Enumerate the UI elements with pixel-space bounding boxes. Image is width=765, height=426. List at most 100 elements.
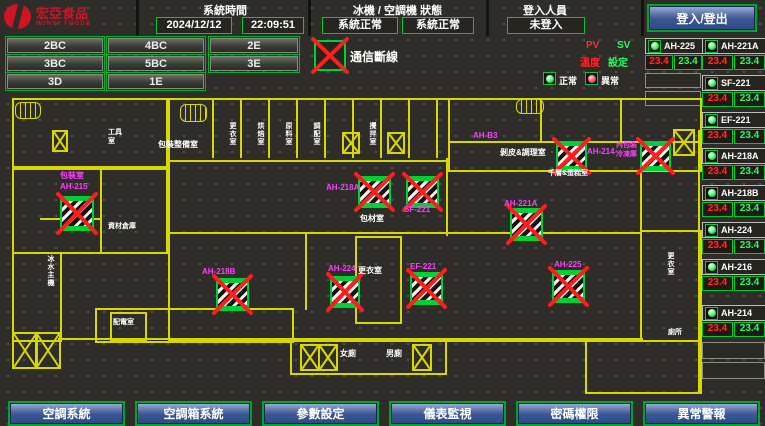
map-room-outline	[640, 230, 702, 342]
shaft-x-icon	[300, 344, 320, 371]
unit-sv-value: 23.4	[734, 55, 765, 70]
ahu-disconnected-icon[interactable]	[60, 196, 94, 231]
map-label: 剝皮&調理室	[500, 148, 546, 157]
map-label: 包裝整備室	[158, 140, 198, 149]
hmi-screen: 宏亞食品 HUNYA FOODS 系統時間 2024/12/12 22:09:5…	[0, 0, 765, 426]
map-label: EF-221	[410, 262, 436, 271]
login-user-label: 登入人員	[495, 2, 595, 18]
nav-meter-monitor-button[interactable]: 儀表監視	[391, 403, 504, 424]
map-label: 包材室	[360, 214, 384, 223]
floor-button-1e[interactable]: 1E	[108, 74, 204, 89]
ahu-disconnected-icon[interactable]	[556, 141, 587, 171]
map-label: 配電室	[113, 318, 134, 327]
map-wall	[698, 130, 700, 392]
unit-ah-216[interactable]: AH-216	[702, 259, 765, 275]
map-label: AH-224	[328, 264, 356, 273]
floor-button-2e[interactable]: 2E	[210, 38, 298, 53]
stairs-icon	[180, 104, 207, 122]
floor-button-2bc[interactable]: 2BC	[7, 38, 103, 53]
unit-sf-221[interactable]: SF-221	[702, 75, 765, 91]
shaft-x-icon	[342, 132, 360, 154]
nav-ahu-system-button[interactable]: 空調箱系統	[137, 403, 250, 424]
map-wall	[446, 158, 448, 236]
map-label: 冰水主機	[46, 255, 55, 287]
floor-button-3e[interactable]: 3E	[210, 56, 298, 71]
map-label: 冷凍庫	[616, 150, 637, 159]
map-label: 女廁	[340, 349, 356, 358]
unit-status-lamp-icon	[705, 77, 718, 90]
nav-password-auth-button[interactable]: 密碼權限	[518, 403, 631, 424]
ahu-disconnected-icon[interactable]	[410, 272, 443, 305]
shaft-x-icon	[52, 130, 68, 152]
map-label: AH-215	[60, 182, 88, 191]
map-wall	[305, 232, 307, 310]
stairs-icon	[516, 99, 544, 114]
system-time-value: 22:09:51	[242, 17, 304, 34]
unit-sv-value: 23.4	[734, 276, 765, 291]
ahu-disconnected-icon[interactable]	[216, 278, 249, 311]
shaft-x-icon	[673, 129, 695, 156]
unit-sv-value: 23.4	[734, 129, 765, 144]
logo-title: 宏亞食品	[36, 7, 91, 21]
unit-ah-221a[interactable]: AH-221A	[702, 38, 765, 54]
unit-pv-value: 23.4	[702, 202, 733, 217]
floor-button-4bc[interactable]: 4BC	[108, 38, 204, 53]
comm-disconnect-icon	[314, 40, 346, 71]
map-label: AH-225	[554, 260, 582, 269]
temp-label: 溫度	[580, 54, 600, 69]
unit-slot-empty	[645, 73, 701, 88]
unit-status-lamp-icon	[705, 40, 718, 53]
ahu-disconnected-icon[interactable]	[552, 270, 585, 303]
map-label: 內包裝	[616, 141, 637, 150]
header-divider	[641, 0, 644, 36]
ahu-disconnected-icon[interactable]	[358, 176, 391, 208]
map-label: 更衣室	[358, 266, 382, 275]
nav-alarm-button[interactable]: 異常警報	[645, 403, 758, 424]
unit-ah-218a[interactable]: AH-218A	[702, 148, 765, 164]
unit-status-lamp-icon	[705, 114, 718, 127]
setpoint-label: 設定	[608, 54, 628, 69]
floor-button-5bc[interactable]: 5BC	[108, 56, 204, 71]
unit-ah-224[interactable]: AH-224	[702, 222, 765, 238]
logo-subtitle: HUNYA FOODS	[36, 21, 91, 27]
sv-label: SV	[617, 40, 630, 51]
ahu-status-value: 系統正常	[402, 17, 474, 34]
map-label: AH-B3	[473, 131, 497, 140]
unit-ah-218b[interactable]: AH-218B	[702, 185, 765, 201]
unit-sv-value: 23.4	[734, 202, 765, 217]
unit-sv-value: 23.4	[674, 55, 702, 70]
map-wall	[408, 98, 410, 158]
comm-disconnect-label: 通信斷線	[350, 48, 398, 65]
nav-parameter-set-button[interactable]: 參數設定	[264, 403, 377, 424]
ahu-disconnected-icon[interactable]	[510, 208, 543, 241]
map-wall	[436, 98, 438, 158]
unit-pv-value: 23.4	[702, 276, 733, 291]
map-label: 更衣室	[228, 122, 237, 146]
floor-button-3d[interactable]: 3D	[7, 74, 103, 89]
normal-label: 正常	[559, 74, 577, 87]
unit-ah-225[interactable]: AH-225	[645, 38, 703, 54]
map-label: AH-218B	[202, 267, 235, 276]
shaft-x-icon	[387, 132, 405, 154]
login-status-value: 未登入	[507, 17, 585, 34]
unit-ef-221[interactable]: EF-221	[702, 112, 765, 128]
map-wall	[100, 168, 102, 252]
login-logout-button[interactable]: 登入/登出	[649, 6, 755, 30]
unit-ah-214[interactable]: AH-214	[702, 305, 765, 321]
map-label: SF-221	[404, 205, 430, 214]
normal-lamp-icon	[543, 72, 556, 85]
map-wall	[268, 98, 270, 158]
map-label: 調配室	[312, 122, 321, 146]
stairs-icon	[15, 102, 41, 119]
ahu-disconnected-icon[interactable]	[640, 141, 671, 171]
unit-status-lamp-icon	[705, 261, 718, 274]
nav-ac-system-button[interactable]: 空調系統	[10, 403, 123, 424]
unit-pv-value: 23.4	[702, 322, 733, 337]
abnormal-lamp-icon	[585, 72, 598, 85]
map-room-outline	[585, 340, 702, 394]
ahu-disconnected-icon[interactable]	[330, 276, 360, 308]
ahu-disconnected-icon[interactable]	[406, 176, 439, 208]
logo: 宏亞食品 HUNYA FOODS	[4, 4, 91, 29]
floor-button-3bc[interactable]: 3BC	[7, 56, 103, 71]
map-label: 千層&蛋糕室	[548, 169, 588, 178]
